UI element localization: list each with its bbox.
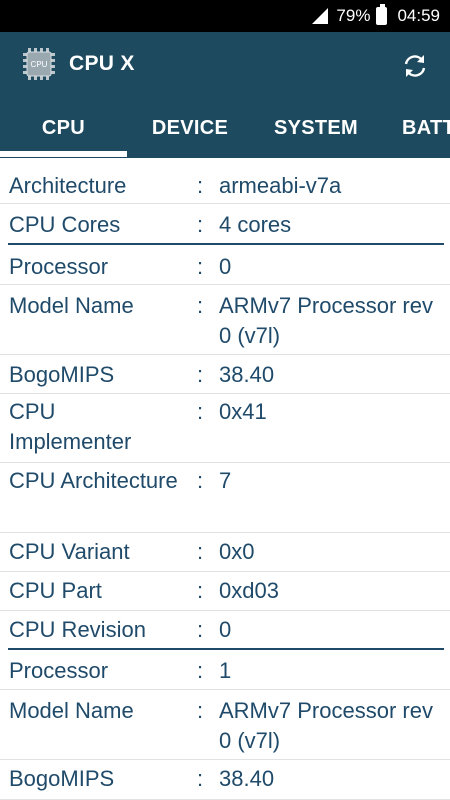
row-value: 0: [219, 617, 232, 642]
toolbar: CPU CPU X: [0, 32, 450, 98]
info-row-model-name: Model Name : ARMv7 Processor rev 0 (v7l): [0, 285, 450, 355]
info-row-model-name: Model Name : ARMv7 Processor rev 0 (v7l): [0, 690, 450, 760]
row-value: 4 cores: [219, 212, 292, 237]
info-row-processor: Processor : 0: [0, 245, 450, 285]
app-title: CPU X: [69, 52, 135, 75]
row-value: 0x0: [219, 539, 255, 564]
info-row-architecture: Architecture : armeabi-v7a: [0, 158, 450, 204]
info-row-bogomips: BogoMIPS : 38.40: [0, 355, 450, 394]
row-colon: :: [197, 766, 204, 791]
tab-battery[interactable]: BATTERY: [402, 98, 450, 158]
row-colon: :: [197, 578, 204, 603]
row-colon: :: [197, 173, 204, 198]
row-value: ARMv7 Processor rev 0 (v7l): [219, 293, 433, 348]
row-value: 38.40: [219, 362, 275, 387]
row-label: CPU Implementer: [9, 399, 132, 454]
row-colon: :: [197, 658, 204, 683]
row-colon: :: [197, 399, 204, 424]
row-colon: :: [197, 617, 204, 642]
row-label: Processor: [9, 254, 109, 279]
row-value: 0xd03: [219, 578, 279, 603]
info-row-cpu-architecture: CPU Architecture : 7: [0, 463, 450, 533]
cpu-chip-icon: CPU: [23, 48, 55, 80]
row-label: Architecture: [9, 173, 127, 198]
tab-bar: CPU DEVICE SYSTEM BATTERY: [0, 98, 450, 158]
info-row-processor: Processor : 1: [0, 650, 450, 690]
row-label: CPU Architecture: [9, 468, 178, 493]
row-value: 0: [219, 254, 232, 279]
refresh-icon[interactable]: [400, 51, 430, 81]
info-row-cpu-part: CPU Part : 0xd03: [0, 572, 450, 611]
row-value: 7: [219, 468, 232, 493]
row-label: BogoMIPS: [9, 362, 115, 387]
info-row-cpu-variant: CPU Variant : 0x0: [0, 533, 450, 572]
tab-indicator: [0, 151, 127, 157]
row-colon: :: [197, 212, 204, 237]
row-value: ARMv7 Processor rev 0 (v7l): [219, 698, 433, 753]
row-label: Model Name: [9, 293, 134, 318]
battery-icon: [376, 4, 388, 25]
row-label: Processor: [9, 658, 109, 683]
info-row-cpu-implementer: CPU Implementer : 0x41: [0, 394, 450, 463]
signal-icon: [310, 8, 330, 24]
row-value: 0x41: [219, 399, 267, 424]
row-label: BogoMIPS: [9, 766, 115, 791]
row-value: 1: [219, 658, 232, 683]
row-value: 38.40: [219, 766, 275, 791]
row-value: armeabi-v7a: [219, 173, 342, 198]
tab-device[interactable]: DEVICE: [127, 98, 253, 158]
app-bar: CPU CPU X CPU DEVICE SYSTEM BATTERY: [0, 32, 450, 158]
row-colon: :: [197, 468, 204, 493]
row-colon: :: [197, 698, 204, 723]
tab-cpu[interactable]: CPU: [0, 98, 127, 158]
row-label: CPU Variant: [9, 539, 130, 564]
info-row-cpu-cores: CPU Cores : 4 cores: [0, 204, 450, 244]
battery-percent: 79%: [336, 6, 371, 25]
info-row-bogomips: BogoMIPS : 38.40: [0, 760, 450, 800]
row-colon: :: [197, 362, 204, 387]
row-colon: :: [197, 293, 204, 318]
row-colon: :: [197, 254, 204, 279]
tab-system[interactable]: SYSTEM: [253, 98, 379, 158]
row-label: Model Name: [9, 698, 134, 723]
row-label: CPU Cores: [9, 212, 121, 237]
row-label: CPU Revision: [9, 617, 146, 642]
row-colon: :: [197, 539, 204, 564]
status-time: 04:59: [397, 6, 440, 25]
chip-logo-text: CPU: [31, 60, 48, 69]
status-bar: 79% 04:59: [0, 0, 450, 32]
info-row-cpu-revision: CPU Revision : 0: [0, 611, 450, 649]
row-label: CPU Part: [9, 578, 102, 603]
cpu-info-list[interactable]: Architecture : armeabi-v7a CPU Cores : 4…: [0, 158, 450, 800]
